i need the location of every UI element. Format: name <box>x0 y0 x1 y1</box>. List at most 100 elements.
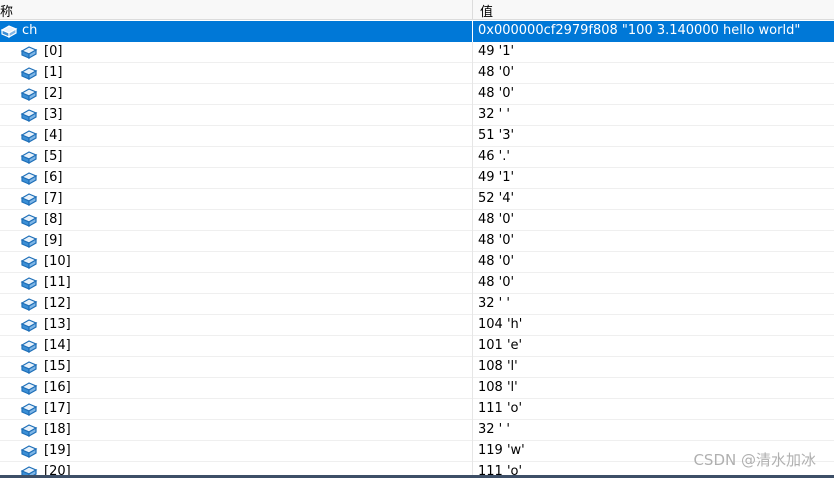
cell-divider <box>472 294 473 315</box>
watch-row-element[interactable]: [18] 32 ' ' <box>0 420 834 441</box>
variable-cube-icon <box>20 44 38 60</box>
row-name: [10] <box>44 254 71 269</box>
watch-row-element[interactable]: [6] 49 '1' <box>0 168 834 189</box>
watch-row-element[interactable]: [15] 108 'l' <box>0 357 834 378</box>
row-name: [9] <box>44 233 63 248</box>
variable-cube-icon <box>20 233 38 249</box>
variable-cube-icon <box>20 212 38 228</box>
row-value[interactable]: 104 'h' <box>478 317 522 332</box>
row-value[interactable]: 111 'o' <box>478 401 522 416</box>
watch-row-element[interactable]: [13] 104 'h' <box>0 315 834 336</box>
cell-divider <box>472 42 473 63</box>
cell-divider <box>472 84 473 105</box>
row-name: [0] <box>44 44 63 59</box>
row-name: [5] <box>44 149 63 164</box>
cell-divider <box>472 189 473 210</box>
row-value[interactable]: 48 '0' <box>478 275 514 290</box>
variable-cube-icon <box>20 422 38 438</box>
variable-cube-icon <box>20 254 38 270</box>
watch-row-element[interactable]: [0] 49 '1' <box>0 42 834 63</box>
watch-row-root[interactable]: ch 0x000000cf2979f808 "100 3.140000 hello… <box>0 21 834 42</box>
watch-row-element[interactable]: [12] 32 ' ' <box>0 294 834 315</box>
row-name: [2] <box>44 86 63 101</box>
row-value[interactable]: 119 'w' <box>478 443 525 458</box>
row-name: ch <box>22 23 38 38</box>
watch-row-element[interactable]: [8] 48 '0' <box>0 210 834 231</box>
cell-divider <box>472 105 473 126</box>
cell-divider <box>472 126 473 147</box>
row-value[interactable]: 52 '4' <box>478 191 514 206</box>
row-value[interactable]: 46 '.' <box>478 149 510 164</box>
row-name: [1] <box>44 65 63 80</box>
variable-cube-icon <box>20 128 38 144</box>
cell-divider <box>472 168 473 189</box>
row-value[interactable]: 49 '1' <box>478 170 514 185</box>
row-value[interactable]: 0x000000cf2979f808 "100 3.140000 hello w… <box>478 23 800 38</box>
row-name: [18] <box>44 422 71 437</box>
cell-divider <box>472 210 473 231</box>
watch-row-element[interactable]: [9] 48 '0' <box>0 231 834 252</box>
column-divider[interactable] <box>472 0 473 20</box>
watch-row-element[interactable]: [4] 51 '3' <box>0 126 834 147</box>
cell-divider <box>472 147 473 168</box>
variable-cube-icon <box>0 23 18 39</box>
variable-cube-icon <box>20 149 38 165</box>
row-value[interactable]: 48 '0' <box>478 254 514 269</box>
row-name: [17] <box>44 401 71 416</box>
watch-row-element[interactable]: [1] 48 '0' <box>0 63 834 84</box>
column-header-value[interactable]: 值 <box>480 1 493 20</box>
row-value[interactable]: 108 'l' <box>478 380 518 395</box>
watch-rows: ch 0x000000cf2979f808 "100 3.140000 hello… <box>0 21 834 478</box>
cell-divider <box>472 441 473 462</box>
watermark: CSDN @清水加冰 <box>693 451 816 469</box>
watch-row-element[interactable]: [2] 48 '0' <box>0 84 834 105</box>
row-name: [19] <box>44 443 71 458</box>
cell-divider <box>472 63 473 84</box>
cell-divider <box>472 336 473 357</box>
cell-divider <box>472 315 473 336</box>
cell-divider <box>472 420 473 441</box>
row-name: [8] <box>44 212 63 227</box>
row-value[interactable]: 32 ' ' <box>478 107 510 122</box>
variable-cube-icon <box>20 338 38 354</box>
cell-divider <box>472 399 473 420</box>
row-value[interactable]: 48 '0' <box>478 212 514 227</box>
row-name: [4] <box>44 128 63 143</box>
row-value[interactable]: 108 'l' <box>478 359 518 374</box>
row-value[interactable]: 32 ' ' <box>478 296 510 311</box>
column-header-name[interactable]: 称 <box>0 1 13 20</box>
cell-divider <box>472 357 473 378</box>
watch-row-element[interactable]: [5] 46 '.' <box>0 147 834 168</box>
watch-row-element[interactable]: [10] 48 '0' <box>0 252 834 273</box>
watch-header: 称 值 <box>0 0 834 20</box>
row-value[interactable]: 49 '1' <box>478 44 514 59</box>
row-name: [14] <box>44 338 71 353</box>
variable-cube-icon <box>20 401 38 417</box>
cell-divider <box>472 21 473 42</box>
variable-cube-icon <box>20 380 38 396</box>
row-value[interactable]: 48 '0' <box>478 65 514 80</box>
variable-cube-icon <box>20 191 38 207</box>
watch-row-element[interactable]: [16] 108 'l' <box>0 378 834 399</box>
variable-cube-icon <box>20 107 38 123</box>
watch-row-element[interactable]: [7] 52 '4' <box>0 189 834 210</box>
row-name: [12] <box>44 296 71 311</box>
row-value[interactable]: 48 '0' <box>478 233 514 248</box>
row-value[interactable]: 101 'e' <box>478 338 522 353</box>
row-value[interactable]: 32 ' ' <box>478 422 510 437</box>
row-value[interactable]: 48 '0' <box>478 86 514 101</box>
cell-divider <box>472 252 473 273</box>
watch-row-element[interactable]: [11] 48 '0' <box>0 273 834 294</box>
cell-divider <box>472 378 473 399</box>
watch-row-element[interactable]: [3] 32 ' ' <box>0 105 834 126</box>
cell-divider <box>472 273 473 294</box>
variable-cube-icon <box>20 170 38 186</box>
watch-row-element[interactable]: [17] 111 'o' <box>0 399 834 420</box>
watch-row-element[interactable]: [14] 101 'e' <box>0 336 834 357</box>
row-value[interactable]: 51 '3' <box>478 128 514 143</box>
row-name: [16] <box>44 380 71 395</box>
variable-cube-icon <box>20 275 38 291</box>
row-name: [15] <box>44 359 71 374</box>
variable-cube-icon <box>20 317 38 333</box>
variable-cube-icon <box>20 86 38 102</box>
